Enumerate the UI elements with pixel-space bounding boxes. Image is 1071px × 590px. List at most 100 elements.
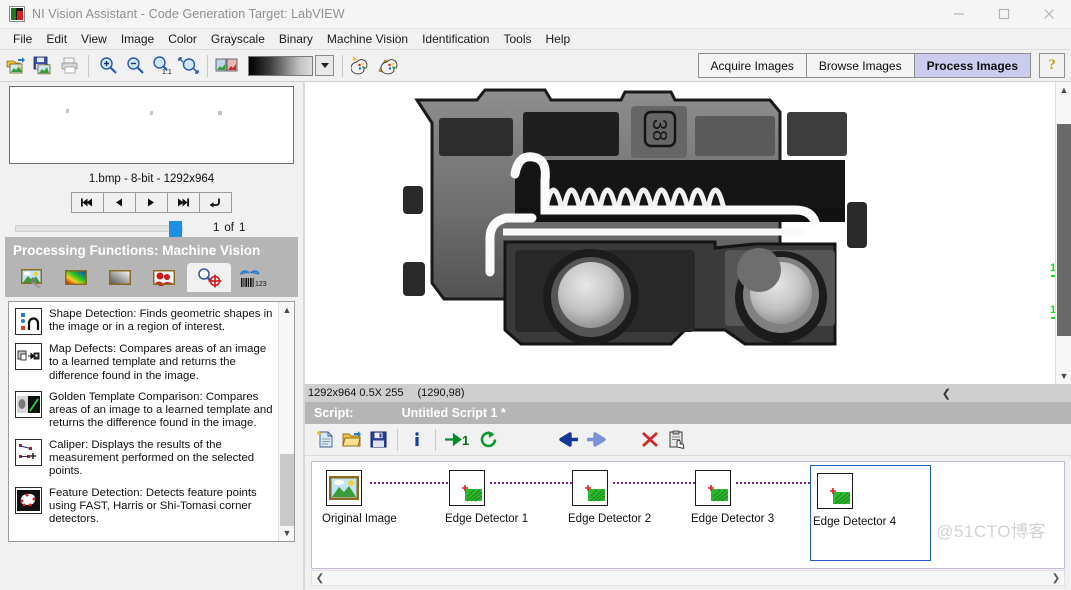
- processing-functions-title: Processing Functions: Machine Vision: [13, 243, 261, 258]
- run-continuous-button[interactable]: [475, 427, 502, 453]
- script-step-edge-detector-2[interactable]: Edge Detector 2: [566, 470, 686, 534]
- menu-image[interactable]: Image: [114, 30, 161, 48]
- delete-step-button[interactable]: [636, 427, 663, 453]
- tab-grayscale[interactable]: [99, 263, 143, 292]
- function-item-feature-detection[interactable]: Feature Detection: Detects feature point…: [9, 481, 279, 529]
- function-items: Shape Detection: Finds geometric shapes …: [9, 302, 279, 529]
- scroll-up-icon[interactable]: ▲: [279, 302, 294, 318]
- zoom-out-icon[interactable]: [121, 53, 148, 79]
- status-zoom: 0.5X: [359, 387, 383, 399]
- menu-machine-vision[interactable]: Machine Vision: [320, 30, 415, 48]
- image-position-slider[interactable]: [15, 220, 183, 239]
- svg-text:1: 1: [462, 433, 469, 448]
- last-image-button[interactable]: [166, 192, 200, 213]
- open-script-button[interactable]: [338, 427, 365, 453]
- chevron-down-icon[interactable]: [315, 55, 334, 76]
- processing-functions-list[interactable]: Shape Detection: Finds geometric shapes …: [8, 301, 295, 542]
- maximize-icon[interactable]: [981, 0, 1026, 29]
- script-toolbar: 1: [305, 424, 1071, 456]
- color-palette-wand-icon[interactable]: [348, 53, 375, 79]
- tab-image[interactable]: [11, 263, 55, 292]
- open-image-icon[interactable]: [2, 53, 29, 79]
- step-forward-button[interactable]: [582, 427, 609, 453]
- script-horizontal-scrollbar[interactable]: ❮ ❯: [311, 570, 1065, 586]
- image-nav-buttons: [9, 192, 294, 213]
- tab-machine-vision[interactable]: [187, 263, 231, 292]
- binary-blobs-icon: [153, 269, 175, 286]
- script-label: Script:: [314, 406, 354, 420]
- tab-process-images[interactable]: Process Images: [913, 53, 1031, 78]
- tab-binary[interactable]: [143, 263, 187, 292]
- tab-color[interactable]: [55, 263, 99, 292]
- script-step-edge-detector-3[interactable]: Edge Detector 3: [689, 470, 809, 534]
- grayscale-palette-bar[interactable]: [248, 55, 313, 76]
- function-name: Feature Detection:: [49, 486, 143, 499]
- script-step-edge-detector-4[interactable]: Edge Detector 4: [810, 465, 931, 561]
- tab-browse-images[interactable]: Browse Images: [805, 53, 915, 78]
- scrollbar-thumb[interactable]: [280, 454, 294, 526]
- left-column: 1.bmp - 8-bit - 1292x964 1 of 1 Processi…: [0, 82, 303, 590]
- next-image-button[interactable]: [134, 192, 168, 213]
- scrollbar-thumb[interactable]: [1057, 124, 1071, 336]
- menu-grayscale[interactable]: Grayscale: [204, 30, 272, 48]
- slider-thumb[interactable]: [169, 220, 182, 239]
- golden-template-icon: [15, 390, 42, 418]
- scroll-down-icon[interactable]: ▼: [1056, 368, 1071, 384]
- magnifier-crosshair-icon: [198, 267, 222, 287]
- function-item-map-defects[interactable]: Map Defects: Compares areas of an image …: [9, 337, 279, 385]
- loop-image-button[interactable]: [198, 192, 232, 213]
- menu-file[interactable]: File: [6, 30, 39, 48]
- help-button[interactable]: ?: [1039, 53, 1065, 78]
- tab-identification[interactable]: 123: [231, 263, 275, 292]
- menu-binary[interactable]: Binary: [272, 30, 320, 48]
- function-text: Map Defects: Compares areas of an image …: [49, 343, 275, 383]
- close-icon[interactable]: [1026, 0, 1071, 29]
- map-defects-icon: [15, 343, 42, 370]
- new-script-button[interactable]: [311, 427, 338, 453]
- thumbnail-frame[interactable]: [9, 86, 294, 164]
- thumbnail-image: [10, 87, 293, 163]
- print-image-icon[interactable]: [56, 53, 83, 79]
- save-script-button[interactable]: [365, 427, 392, 453]
- menu-color[interactable]: Color: [161, 30, 204, 48]
- previous-image-button[interactable]: [102, 192, 136, 213]
- step-label: Original Image: [322, 513, 397, 525]
- script-info-button[interactable]: [403, 427, 430, 453]
- compare-images-icon[interactable]: [213, 53, 240, 79]
- image-canvas[interactable]: 38 1 1: [305, 82, 1055, 384]
- function-item-golden-template[interactable]: Golden Template Comparison: Compares are…: [9, 385, 279, 433]
- scroll-right-icon[interactable]: ❯: [1048, 571, 1064, 585]
- menu-identification[interactable]: Identification: [415, 30, 496, 48]
- image-vertical-scrollbar[interactable]: ▲ ▼: [1055, 82, 1071, 384]
- zoom-in-icon[interactable]: [94, 53, 121, 79]
- menu-edit[interactable]: Edit: [39, 30, 74, 48]
- zoom-fit-icon[interactable]: [175, 53, 202, 79]
- script-step-edge-detector-1[interactable]: Edge Detector 1: [443, 470, 563, 534]
- menu-tools[interactable]: Tools: [496, 30, 538, 48]
- scroll-left-icon[interactable]: ❮: [312, 571, 328, 585]
- color-palette-pencil-icon[interactable]: [375, 53, 402, 79]
- function-text: Shape Detection: Finds geometric shapes …: [49, 308, 275, 335]
- scroll-down-icon[interactable]: ▼: [279, 525, 294, 541]
- grayscale-palette[interactable]: [248, 55, 334, 76]
- open-folder-icon: [341, 431, 361, 447]
- first-image-button[interactable]: [70, 192, 104, 213]
- menu-view[interactable]: View: [74, 30, 114, 48]
- step-back-button[interactable]: [555, 427, 582, 453]
- function-item-caliper[interactable]: Caliper: Displays the results of the mea…: [9, 433, 279, 481]
- tab-acquire-images[interactable]: Acquire Images: [697, 53, 807, 78]
- chevron-left-icon[interactable]: ❮: [942, 387, 951, 400]
- menu-help[interactable]: Help: [539, 30, 578, 48]
- save-image-icon[interactable]: [29, 53, 56, 79]
- minimize-icon[interactable]: [936, 0, 981, 29]
- script-step-original-image[interactable]: Original Image: [320, 470, 440, 534]
- copy-step-button[interactable]: [663, 427, 690, 453]
- status-coordinates: (1290,98): [417, 387, 465, 399]
- script-steps-area[interactable]: Original Image Edge Detector 1 Edge Dete…: [311, 461, 1065, 569]
- scroll-up-icon[interactable]: ▲: [1056, 82, 1071, 98]
- function-list-scrollbar[interactable]: ▲ ▼: [278, 302, 294, 541]
- run-once-button[interactable]: 1: [441, 427, 475, 453]
- function-item-shape-detection[interactable]: Shape Detection: Finds geometric shapes …: [9, 302, 279, 337]
- zoom-actual-icon[interactable]: 1:1: [148, 53, 175, 79]
- run-once-icon: 1: [445, 432, 469, 448]
